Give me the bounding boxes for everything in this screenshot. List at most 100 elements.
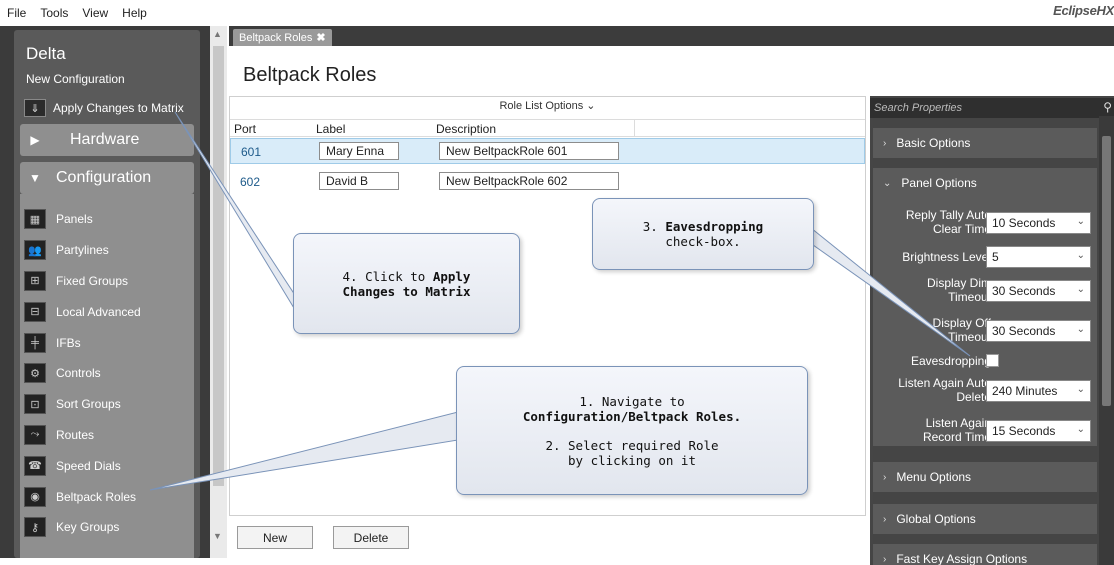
menu-view[interactable]: View <box>75 6 115 20</box>
scroll-up-icon[interactable]: ▲ <box>213 29 222 39</box>
partylines-icon: 👥 <box>24 240 46 261</box>
global-options-section[interactable]: › Global Options <box>873 504 1097 534</box>
menu-help[interactable]: Help <box>115 6 154 20</box>
left-vertical-scrollbar[interactable]: ▲ ▼ <box>210 26 227 558</box>
row-description-field[interactable]: New BeltpackRole 602 <box>439 172 619 190</box>
display-dim-row: Display Dim Timeout 30 Seconds ⌄ <box>873 274 1097 308</box>
row-port: 601 <box>241 145 262 159</box>
nav-item-key-groups[interactable]: ⚷ Key Groups <box>20 512 190 543</box>
chevron-down-icon: ⌄ <box>1076 284 1085 295</box>
eavesdropping-row: Eavesdropping <box>873 352 1097 370</box>
table-header: Port Label Description <box>230 119 865 137</box>
eavesdropping-label: Eavesdropping <box>910 354 991 368</box>
table-row[interactable]: 601 Mary Enna New BeltpackRole 601 <box>230 138 865 164</box>
panel-options-section[interactable]: ⌄ Panel Options <box>873 168 1097 198</box>
search-properties-input[interactable]: Search Properties ⚲ <box>870 98 1114 118</box>
nav-panel: Delta New Configuration ⇓ Apply Changes … <box>14 30 200 558</box>
column-divider <box>634 120 635 136</box>
nav-item-controls[interactable]: ⚙ Controls <box>20 358 190 389</box>
display-off-label: Display Off Timeout <box>932 316 991 344</box>
sort-groups-icon: ⊡ <box>24 394 46 415</box>
nav-item-sort-groups[interactable]: ⊡ Sort Groups <box>20 389 190 420</box>
scroll-thumb[interactable] <box>213 46 224 486</box>
reply-tally-label: Reply Tally Auto Clear Time <box>905 208 991 236</box>
nav-item-local-advanced[interactable]: ⊟ Local Advanced <box>20 296 190 327</box>
nav-item-routes[interactable]: ⤳ Routes <box>20 420 190 451</box>
chevron-right-icon: › <box>883 137 887 149</box>
system-name: Delta <box>26 44 66 63</box>
panels-icon: ▦ <box>24 209 46 230</box>
close-tab-icon[interactable]: ✖ <box>316 31 325 44</box>
apply-changes-button[interactable]: ⇓ Apply Changes to Matrix <box>24 98 200 118</box>
routes-icon: ⤳ <box>24 424 46 445</box>
configuration-label: Configuration <box>56 169 152 186</box>
apply-changes-label: Apply Changes to Matrix <box>53 101 184 115</box>
eavesdropping-checkbox[interactable] <box>986 354 999 367</box>
row-label-field[interactable]: David B <box>319 172 399 190</box>
listen-again-record-select[interactable]: 15 Seconds ⌄ <box>986 420 1091 442</box>
tab-beltpack-roles[interactable]: Beltpack Roles ✖ <box>233 29 332 46</box>
reply-tally-row: Reply Tally Auto Clear Time 10 Seconds ⌄ <box>873 206 1097 242</box>
column-description[interactable]: Description <box>436 122 496 136</box>
row-description-field[interactable]: New BeltpackRole 601 <box>439 142 619 160</box>
reply-tally-select[interactable]: 10 Seconds ⌄ <box>986 212 1091 234</box>
nav-item-speed-dials[interactable]: ☎ Speed Dials <box>20 450 190 481</box>
chevron-down-icon: ⌄ <box>1076 250 1085 261</box>
column-label[interactable]: Label <box>316 122 345 136</box>
listen-again-delete-select[interactable]: 240 Minutes ⌄ <box>986 380 1091 402</box>
listen-again-record-label: Listen Again Record Time <box>922 416 991 444</box>
callout-navigate: 1. Navigate to Configuration/Beltpack Ro… <box>456 366 808 495</box>
chevron-right-icon: › <box>883 471 887 483</box>
chevron-right-icon: › <box>883 513 887 525</box>
display-off-select[interactable]: 30 Seconds ⌄ <box>986 320 1091 342</box>
beltpack-roles-icon: ◉ <box>24 486 46 507</box>
configuration-section-header[interactable]: ▼ Configuration <box>20 162 194 194</box>
nav-item-fixed-groups[interactable]: ⊞ Fixed Groups <box>20 266 190 297</box>
hardware-section-header[interactable]: ▶ Hardware <box>20 124 194 156</box>
display-dim-label: Display Dim Timeout <box>926 276 991 304</box>
callout-eavesdropping: 3. Eavesdropping check-box. <box>592 198 814 270</box>
scroll-thumb[interactable] <box>1102 136 1111 406</box>
nav-item-beltpack-roles[interactable]: ◉ Beltpack Roles <box>20 481 190 512</box>
properties-panel: Search Properties ⚲ › Basic Options ⌄ Pa… <box>870 96 1114 565</box>
brightness-label: Brightness Level <box>902 250 991 264</box>
chevron-down-icon: ⌄ <box>1076 216 1085 227</box>
properties-scrollbar[interactable] <box>1099 116 1114 565</box>
row-label-field[interactable]: Mary Enna <box>319 142 399 160</box>
controls-icon: ⚙ <box>24 363 46 384</box>
display-off-row: Display Off Timeout 30 Seconds ⌄ <box>873 314 1097 348</box>
delete-button[interactable]: Delete <box>333 526 409 549</box>
expand-right-icon: ▶ <box>30 133 40 147</box>
nav-item-ifbs[interactable]: ╪ IFBs <box>20 327 190 358</box>
configuration-name: New Configuration <box>26 72 125 86</box>
basic-options-section[interactable]: › Basic Options <box>873 128 1097 158</box>
brightness-row: Brightness Level 5 ⌄ <box>873 246 1097 268</box>
listen-again-delete-row: Listen Again Auto Delete 240 Minutes ⌄ <box>873 374 1097 408</box>
scroll-down-icon[interactable]: ▼ <box>213 531 222 541</box>
row-port: 602 <box>240 175 261 189</box>
nav-item-panels[interactable]: ▦ Panels <box>20 204 190 235</box>
collapse-down-icon: ▼ <box>29 171 41 185</box>
nav-item-partylines[interactable]: 👥 Partylines <box>20 235 190 266</box>
table-row[interactable]: 602 David B New BeltpackRole 602 <box>230 169 865 195</box>
left-navigation: Delta New Configuration ⇓ Apply Changes … <box>0 26 210 558</box>
panel-options-body: Reply Tally Auto Clear Time 10 Seconds ⌄ … <box>873 198 1097 446</box>
new-button[interactable]: New <box>237 526 313 549</box>
fixed-groups-icon: ⊞ <box>24 270 46 291</box>
column-port[interactable]: Port <box>234 122 256 136</box>
chevron-down-icon: ⌄ <box>1076 384 1085 395</box>
menu-tools[interactable]: Tools <box>33 6 75 20</box>
menu-bar: File Tools View Help EclipseHX <box>0 0 1114 26</box>
local-advanced-icon: ⊟ <box>24 301 46 322</box>
brightness-select[interactable]: 5 ⌄ <box>986 246 1091 268</box>
brand-logo: EclipseHX <box>1053 3 1114 18</box>
fast-key-assign-section[interactable]: › Fast Key Assign Options <box>873 544 1097 565</box>
hardware-label: Hardware <box>70 131 140 148</box>
role-list-options-button[interactable]: Role List Options ⌄ <box>230 99 865 112</box>
menu-options-section[interactable]: › Menu Options <box>873 462 1097 492</box>
tab-strip: Beltpack Roles ✖ <box>229 26 1114 46</box>
display-dim-select[interactable]: 30 Seconds ⌄ <box>986 280 1091 302</box>
search-icon[interactable]: ⚲ <box>1103 100 1112 114</box>
menu-file[interactable]: File <box>0 6 33 20</box>
callout-apply-changes: 4. Click to Apply Changes to Matrix <box>293 233 520 334</box>
